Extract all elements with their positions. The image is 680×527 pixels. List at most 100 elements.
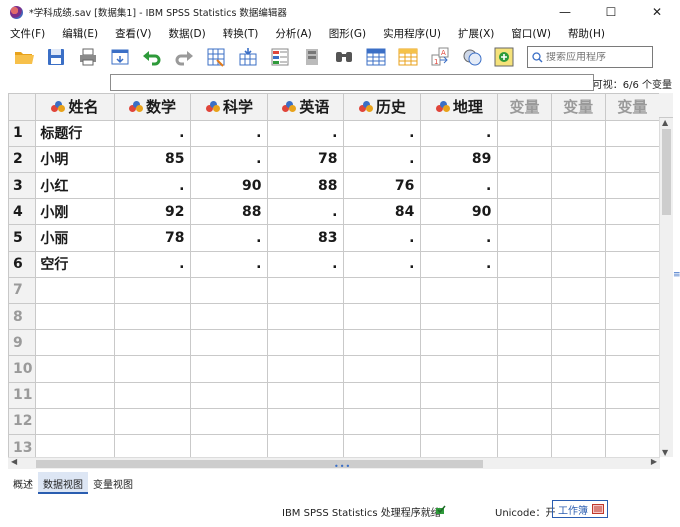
table-cell[interactable]: 小丽 [35, 224, 115, 252]
table-cell[interactable] [605, 434, 660, 457]
column-header[interactable]: 科学 [190, 94, 269, 121]
table-cell[interactable] [267, 277, 345, 305]
row-number[interactable]: 11 [9, 382, 37, 409]
dialog-recall-icon[interactable] [108, 45, 132, 69]
table-cell[interactable]: 88 [267, 172, 345, 200]
table-cell[interactable]: 84 [343, 198, 422, 226]
grid-corner[interactable] [9, 94, 37, 121]
table-cell[interactable] [35, 355, 115, 383]
table-cell[interactable]: 小刚 [35, 198, 115, 226]
table-cell[interactable]: . [190, 251, 269, 278]
table-cell[interactable] [267, 382, 345, 409]
row-number[interactable]: 3 [9, 172, 37, 200]
table-cell[interactable] [605, 224, 660, 252]
redo-icon[interactable] [172, 45, 196, 69]
use-sets-icon[interactable] [460, 45, 484, 69]
table-cell[interactable]: . [114, 120, 192, 147]
table-cell[interactable] [420, 329, 499, 357]
table-cell[interactable] [35, 277, 115, 305]
table-cell[interactable] [343, 382, 422, 409]
table-cell[interactable] [267, 303, 345, 331]
table-cell[interactable] [267, 408, 345, 435]
table-cell[interactable] [497, 198, 552, 226]
table-cell[interactable]: 85 [114, 146, 192, 174]
search-applications-box[interactable] [527, 46, 653, 68]
table-cell[interactable]: 空行 [35, 251, 115, 278]
table-cell[interactable] [551, 251, 606, 278]
find-icon[interactable] [332, 45, 356, 69]
table-cell[interactable] [605, 172, 660, 200]
table-cell[interactable]: . [267, 251, 345, 278]
table-cell[interactable] [497, 224, 552, 252]
table-cell[interactable] [551, 355, 606, 383]
column-header[interactable]: 历史 [343, 94, 422, 121]
table-cell[interactable] [114, 434, 192, 457]
table-cell[interactable]: 78 [267, 146, 345, 174]
horizontal-scroll-thumb[interactable] [36, 460, 483, 468]
undo-icon[interactable] [140, 45, 164, 69]
scroll-up-arrow[interactable]: ▲ [662, 118, 668, 127]
value-labels-icon[interactable]: 1A [428, 45, 452, 69]
table-cell[interactable]: 小明 [35, 146, 115, 174]
row-number[interactable]: 13 [9, 434, 37, 457]
variables-icon[interactable] [268, 45, 292, 69]
table-cell[interactable]: 88 [190, 198, 269, 226]
menu-utilities[interactable]: 实用程序(U) [383, 26, 441, 41]
menu-graphs[interactable]: 图形(G) [329, 26, 366, 41]
table-cell[interactable] [605, 355, 660, 383]
minimize-button[interactable]: — [542, 0, 588, 24]
table-cell[interactable] [420, 408, 499, 435]
table-cell[interactable] [497, 355, 552, 383]
table-cell[interactable] [420, 355, 499, 383]
table-cell[interactable]: 89 [420, 146, 499, 174]
vertical-scrollbar[interactable]: ▲ ▼ [659, 118, 673, 457]
row-number[interactable]: 6 [9, 251, 37, 278]
goto-case-icon[interactable] [204, 45, 228, 69]
tab-overview[interactable]: 概述 [8, 472, 38, 494]
table-cell[interactable] [190, 277, 269, 305]
table-cell[interactable] [497, 120, 552, 147]
table-cell[interactable] [190, 355, 269, 383]
table-cell[interactable] [420, 277, 499, 305]
menu-transform[interactable]: 转换(T) [223, 26, 259, 41]
row-number[interactable]: 12 [9, 408, 37, 435]
column-header[interactable]: 数学 [114, 94, 192, 121]
table-cell[interactable]: . [114, 172, 192, 200]
table-cell[interactable] [114, 329, 192, 357]
row-number[interactable]: 9 [9, 329, 37, 357]
table-cell[interactable]: . [114, 251, 192, 278]
row-number[interactable]: 8 [9, 303, 37, 331]
table-cell[interactable] [551, 408, 606, 435]
table-cell[interactable]: 78 [114, 224, 192, 252]
table-cell[interactable] [343, 277, 422, 305]
table-cell[interactable]: . [343, 224, 422, 252]
table-cell[interactable]: . [343, 146, 422, 174]
table-cell[interactable] [343, 329, 422, 357]
weight-cases-icon[interactable] [396, 45, 420, 69]
table-cell[interactable] [605, 277, 660, 305]
table-cell[interactable] [114, 355, 192, 383]
side-splitter-handle[interactable]: ≡ [673, 271, 680, 280]
table-cell[interactable] [343, 355, 422, 383]
row-number[interactable]: 4 [9, 198, 37, 226]
table-cell[interactable]: . [420, 251, 499, 278]
table-cell[interactable] [605, 329, 660, 357]
table-cell[interactable] [420, 434, 499, 457]
table-cell[interactable] [420, 303, 499, 331]
table-cell[interactable] [551, 277, 606, 305]
row-number[interactable]: 5 [9, 224, 37, 252]
table-cell[interactable] [551, 329, 606, 357]
table-cell[interactable] [267, 434, 345, 457]
table-cell[interactable]: 83 [267, 224, 345, 252]
menu-window[interactable]: 窗口(W) [511, 26, 551, 41]
maximize-button[interactable]: ☐ [588, 0, 634, 24]
table-cell[interactable] [497, 146, 552, 174]
table-cell[interactable] [35, 329, 115, 357]
tab-data-view[interactable]: 数据视图 [38, 472, 88, 494]
table-cell[interactable] [497, 329, 552, 357]
column-header[interactable]: 变量 [551, 94, 606, 121]
goto-variable-icon[interactable] [236, 45, 260, 69]
table-cell[interactable] [551, 172, 606, 200]
table-cell[interactable] [114, 277, 192, 305]
table-cell[interactable]: . [343, 120, 422, 147]
